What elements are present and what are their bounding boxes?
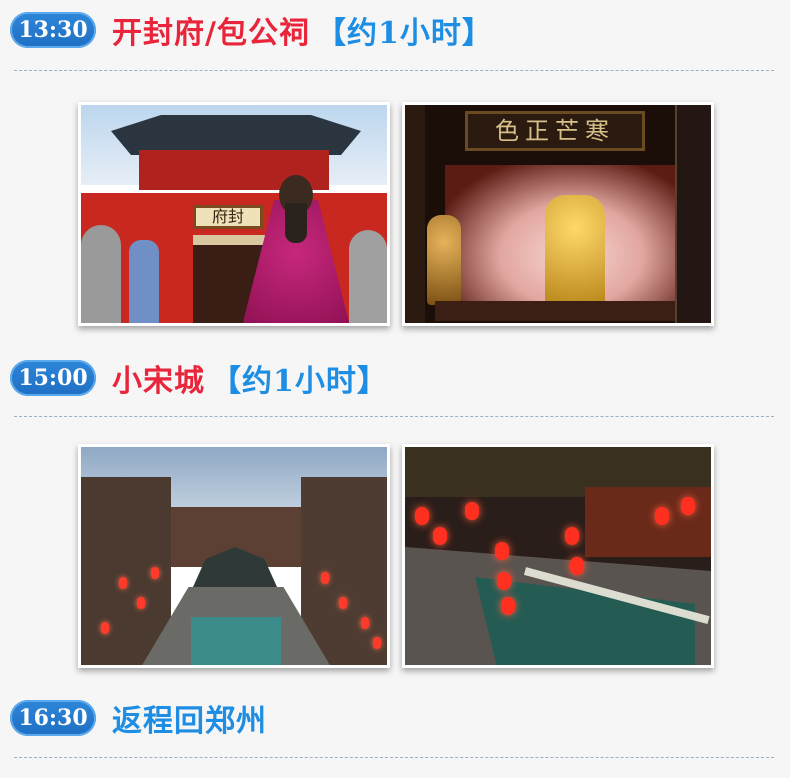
- dashed-divider: [14, 70, 774, 71]
- time-badge: 13:30: [10, 12, 96, 48]
- itinerary-row-1500: 15:00 小宋城 【约1小时】: [10, 358, 388, 399]
- place-title: 小宋城: [112, 364, 205, 399]
- place-title: 开封府/包公祠: [112, 16, 310, 51]
- xiaosongcheng-canal-photo: [402, 444, 714, 668]
- kaifeng-fu-gate-photo: 府封: [78, 102, 390, 326]
- time-badge: 16:30: [10, 700, 96, 736]
- temple-plaque: 色正芒寒: [465, 111, 645, 151]
- duration-label: 【约1小时】: [211, 364, 388, 399]
- dashed-divider: [14, 416, 774, 417]
- itinerary-row-1330: 13:30 开封府/包公祠 【约1小时】: [10, 10, 493, 51]
- gate-plaque: 府封: [193, 205, 263, 229]
- xiaosongcheng-overview-photo: [78, 444, 390, 668]
- time-badge: 15:00: [10, 360, 96, 396]
- place-title: 返程回郑州: [112, 704, 267, 739]
- duration-label: 【约1小时】: [315, 16, 493, 51]
- dashed-divider: [14, 757, 774, 758]
- itinerary-row-1630: 16:30 返程回郑州: [10, 698, 267, 739]
- baogong-temple-statue-photo: 色正芒寒: [402, 102, 714, 326]
